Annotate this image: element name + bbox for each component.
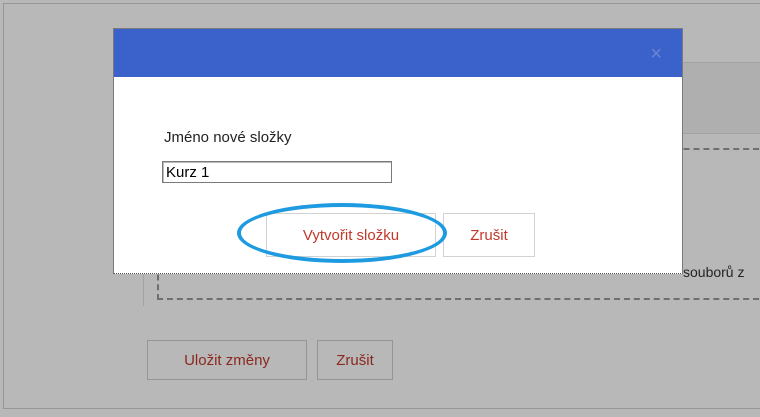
folder-name-input[interactable]: [162, 161, 392, 183]
cancel-button[interactable]: Zrušit: [443, 213, 535, 257]
close-icon[interactable]: ×: [650, 44, 662, 64]
dialog-header: ×: [114, 29, 682, 77]
screen: souborů z Uložit změny Zrušit × Jméno no…: [0, 0, 760, 417]
folder-name-label: Jméno nové složky: [164, 129, 292, 146]
create-folder-button[interactable]: Vytvořit složku: [266, 213, 436, 257]
new-folder-dialog: × Jméno nové složky Vytvořit složku Zruš…: [113, 28, 683, 274]
